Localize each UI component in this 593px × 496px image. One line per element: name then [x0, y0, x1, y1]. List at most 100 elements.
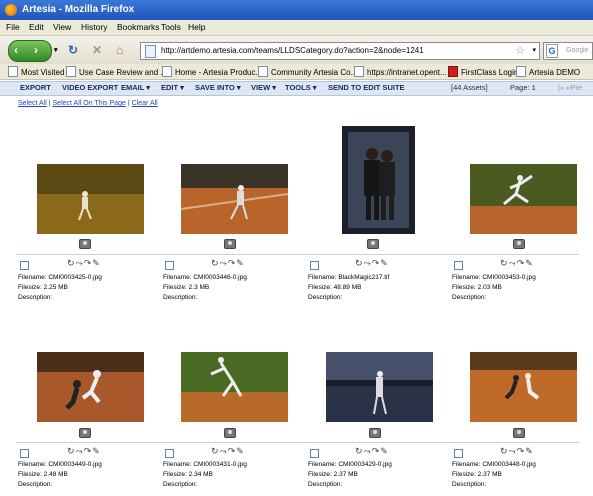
- bookmark-most-visited[interactable]: Most Visited: [8, 66, 64, 77]
- asset-action-icons[interactable]: ↻⤳↷✎: [355, 446, 389, 457]
- reload-icon[interactable]: ↻: [68, 43, 78, 57]
- asset-filename: Filename: CMI0003431-0.jpg: [163, 461, 247, 468]
- camera-icon[interactable]: [79, 428, 91, 438]
- history-dropdown-icon[interactable]: ▾: [54, 46, 58, 54]
- select-checkbox[interactable]: [454, 449, 463, 458]
- select-checkbox[interactable]: [310, 449, 319, 458]
- row-divider: [16, 254, 579, 255]
- search-placeholder: Google: [566, 47, 589, 54]
- select-checkbox[interactable]: [20, 261, 29, 270]
- asset-filesize: Filesize: 2.37 MB: [308, 471, 358, 478]
- camera-icon[interactable]: [224, 428, 236, 438]
- select-checkbox[interactable]: [165, 261, 174, 270]
- asset-filename: Filename: CMI0003453-0.jpg: [452, 274, 536, 281]
- asset-filesize: Filesize: 2.25 MB: [18, 284, 68, 291]
- menu-bookmarks[interactable]: Bookmarks: [117, 22, 160, 32]
- asset-thumbnail[interactable]: [470, 164, 577, 234]
- menu-help[interactable]: Help: [188, 22, 205, 32]
- camera-icon[interactable]: [224, 239, 236, 249]
- select-checkbox[interactable]: [310, 261, 319, 270]
- asset-thumbnail[interactable]: [181, 164, 288, 234]
- asset-action-icons[interactable]: ↻⤳↷✎: [211, 258, 245, 269]
- camera-icon[interactable]: [369, 428, 381, 438]
- select-all-link[interactable]: Select All: [18, 100, 47, 107]
- email-menu[interactable]: EMAIL ▾: [121, 83, 150, 92]
- select-checkbox[interactable]: [454, 261, 463, 270]
- url-text[interactable]: http://artdemo.artesia.com/teams/LLDSCat…: [161, 46, 424, 55]
- url-dropdown-icon[interactable]: ▾: [532, 46, 536, 54]
- menu-history[interactable]: History: [81, 22, 107, 32]
- bookmark-intranet[interactable]: https://intranet.opent...: [354, 66, 447, 77]
- stop-icon[interactable]: ✕: [92, 43, 102, 57]
- save-into-menu[interactable]: SAVE INTO ▾: [195, 83, 241, 92]
- asset-description: Description:: [308, 481, 343, 488]
- page-indicator: Page: 1: [510, 83, 536, 92]
- page-icon: [145, 45, 156, 58]
- bookmark-icon: [516, 66, 526, 77]
- select-checkbox[interactable]: [20, 449, 29, 458]
- asset-filesize: Filesize: 2.03 MB: [452, 284, 502, 291]
- asset-thumbnail[interactable]: [342, 126, 415, 234]
- select-checkbox[interactable]: [165, 449, 174, 458]
- search-box[interactable]: G Google: [543, 42, 593, 60]
- selection-links: Select All | Select All On This Page | C…: [18, 100, 158, 107]
- asset-filename: Filename: CMI0003429-0.jpg: [308, 461, 392, 468]
- asset-action-icons[interactable]: ↻⤳↷✎: [500, 446, 534, 457]
- bookmark-star-icon[interactable]: ☆: [515, 44, 525, 57]
- asset-action-icons[interactable]: ↻⤳↷✎: [500, 258, 534, 269]
- bookmarks-toolbar: Most Visited Use Case Review and ... Hom…: [0, 64, 593, 80]
- asset-description: Description:: [163, 294, 198, 301]
- asset-toolbar: EXPORT VIDEO EXPORT EMAIL ▾ EDIT ▾ SAVE …: [0, 81, 593, 96]
- bookmark-use-case[interactable]: Use Case Review and ...: [66, 66, 167, 77]
- asset-filename: Filename: CMI0003446-0.jpg: [163, 274, 247, 281]
- camera-icon[interactable]: [367, 239, 379, 249]
- asset-thumbnail[interactable]: [181, 352, 288, 422]
- menu-bar: File Edit View History Bookmarks Tools H…: [0, 20, 593, 36]
- forward-arrow-icon[interactable]: ›: [34, 43, 38, 57]
- row-divider: [16, 442, 579, 443]
- asset-action-icons[interactable]: ↻⤳↷✎: [211, 446, 245, 457]
- asset-thumbnail[interactable]: [37, 352, 144, 422]
- bookmark-icon: [8, 66, 18, 77]
- asset-filename: Filename: BlackMagic217.tif: [308, 274, 390, 281]
- asset-description: Description:: [18, 481, 53, 488]
- camera-icon[interactable]: [513, 428, 525, 438]
- google-search-engine-icon[interactable]: G: [546, 44, 558, 58]
- back-arrow-icon[interactable]: ‹: [14, 43, 18, 57]
- camera-icon[interactable]: [513, 239, 525, 249]
- camera-icon[interactable]: [79, 239, 91, 249]
- bookmark-home-artesia[interactable]: Home - Artesia Produc...: [162, 66, 262, 77]
- bookmark-community-artesia[interactable]: Community Artesia Co...: [258, 66, 357, 77]
- asset-filesize: Filesize: 2.37 MB: [452, 471, 502, 478]
- asset-thumbnail[interactable]: [326, 352, 433, 422]
- asset-action-icons[interactable]: ↻⤳↷✎: [67, 258, 101, 269]
- asset-thumbnail[interactable]: [37, 164, 144, 234]
- back-forward-button[interactable]: ‹ ›: [8, 40, 52, 62]
- view-menu[interactable]: VIEW ▾: [251, 83, 276, 92]
- edit-menu[interactable]: EDIT ▾: [161, 83, 184, 92]
- export-button[interactable]: EXPORT: [20, 83, 51, 92]
- asset-description: Description:: [18, 294, 53, 301]
- asset-description: Description:: [163, 481, 198, 488]
- menu-view[interactable]: View: [53, 22, 71, 32]
- menu-tools[interactable]: Tools: [161, 22, 181, 32]
- bookmark-firstclass-login[interactable]: FirstClass Login: [448, 66, 518, 77]
- bookmark-artesia-demo[interactable]: Artesia DEMO: [516, 66, 580, 77]
- send-to-edit-suite-button[interactable]: SEND TO EDIT SUITE: [328, 83, 405, 92]
- asset-description: Description:: [308, 294, 343, 301]
- asset-action-icons[interactable]: ↻⤳↷✎: [355, 258, 389, 269]
- window-title: Artesia - Mozilla Firefox: [22, 4, 135, 15]
- asset-filename: Filename: CMI0003449-0.jpg: [18, 461, 102, 468]
- url-bar[interactable]: http://artdemo.artesia.com/teams/LLDSCat…: [140, 42, 540, 60]
- home-icon[interactable]: ⌂: [116, 43, 123, 57]
- clear-all-link[interactable]: Clear All: [132, 100, 158, 107]
- asset-thumbnail[interactable]: [470, 352, 577, 422]
- pagination-prev[interactable]: |« «Pre: [558, 83, 582, 92]
- tools-menu[interactable]: TOOLS ▾: [285, 83, 317, 92]
- asset-action-icons[interactable]: ↻⤳↷✎: [67, 446, 101, 457]
- video-export-button[interactable]: VIDEO EXPORT: [62, 83, 118, 92]
- menu-edit[interactable]: Edit: [29, 22, 44, 32]
- bookmark-icon: [162, 66, 172, 77]
- menu-file[interactable]: File: [6, 22, 20, 32]
- select-all-on-page-link[interactable]: Select All On This Page: [53, 100, 126, 107]
